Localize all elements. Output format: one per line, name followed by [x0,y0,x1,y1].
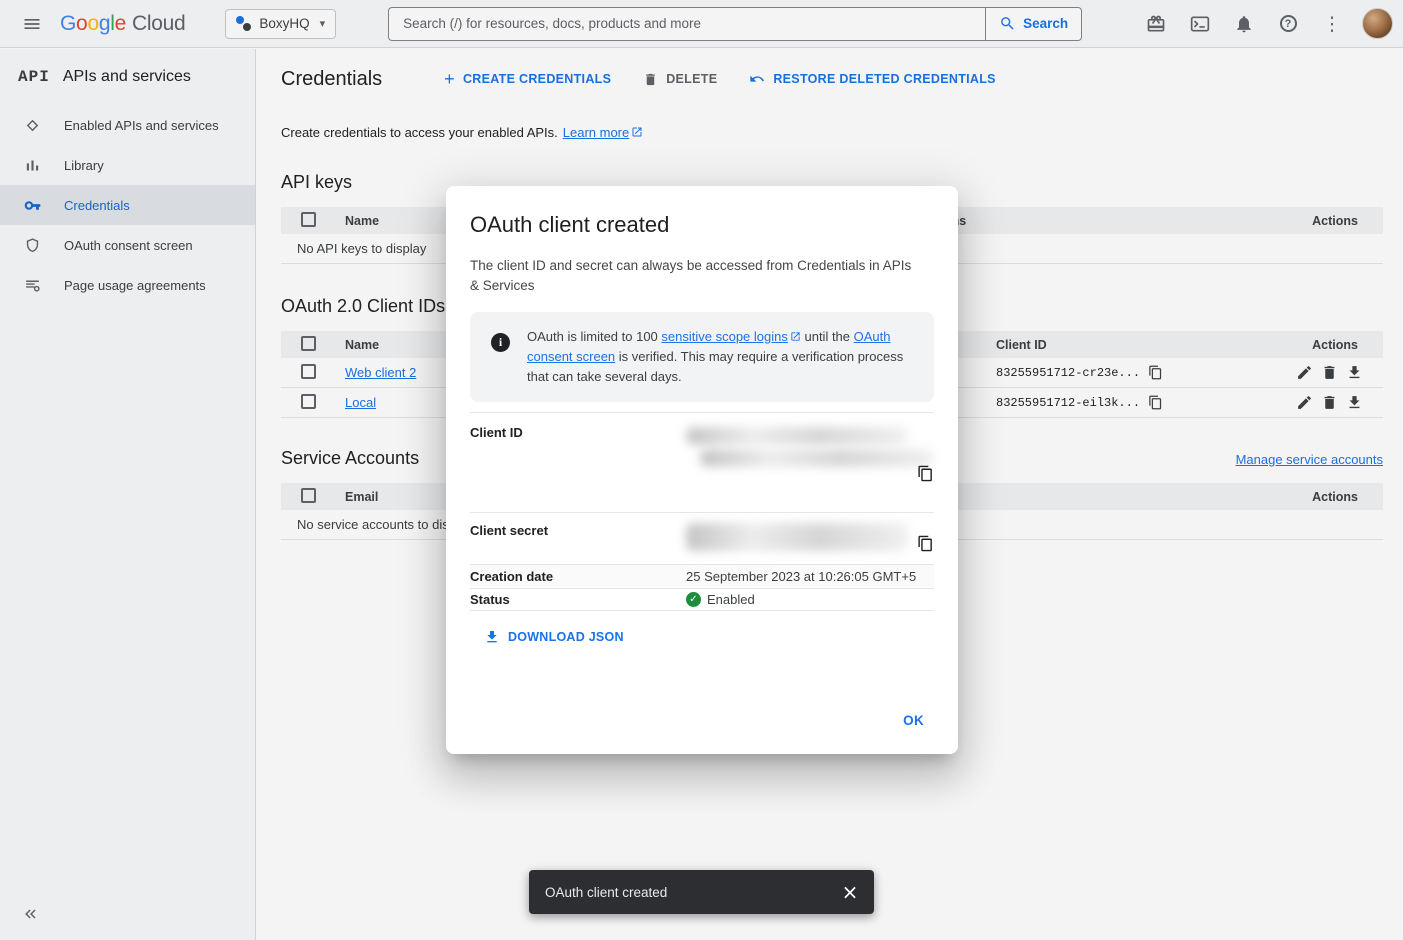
client-secret-label: Client secret [470,513,686,564]
client-id-row: Client ID [470,412,934,512]
redacted-blur [686,523,908,551]
oauth-limit-notice: i OAuth is limited to 100 sensitive scop… [470,312,934,402]
copy-icon [917,465,934,482]
dialog-fields: Client ID Client secret Creation date 25… [470,412,934,611]
notice-text: OAuth is limited to 100 sensitive scope … [527,327,918,387]
dialog-title: OAuth client created [470,212,934,238]
sensitive-scope-logins-link[interactable]: sensitive scope logins [661,329,800,344]
copy-client-secret-button[interactable] [917,535,934,552]
copy-client-id-button[interactable] [917,465,934,482]
status-value: ✓ Enabled [686,592,934,607]
dialog-description: The client ID and secret can always be a… [470,256,915,296]
creation-date-label: Creation date [470,569,686,584]
status-row: Status ✓ Enabled [470,588,934,611]
download-json-button[interactable]: DOWNLOAD JSON [482,625,626,649]
client-id-label: Client ID [470,413,686,512]
download-json-label: DOWNLOAD JSON [508,630,624,644]
oauth-client-created-dialog: OAuth client created The client ID and s… [446,186,958,754]
status-enabled-icon: ✓ [686,592,701,607]
client-id-redacted-value [686,413,934,512]
status-text: Enabled [707,592,755,607]
creation-date-row: Creation date 25 September 2023 at 10:26… [470,564,934,588]
client-secret-redacted-value [686,513,934,564]
info-icon: i [491,333,510,352]
redacted-blur [700,449,934,467]
redacted-blur [686,427,908,445]
client-secret-row: Client secret [470,512,934,564]
external-link-icon [790,331,801,342]
copy-icon [917,535,934,552]
creation-date-value: 25 September 2023 at 10:26:05 GMT+5 [686,569,934,584]
snackbar-close-button[interactable]: × [832,874,868,910]
status-label: Status [470,592,686,607]
download-icon [484,629,500,645]
snackbar-message: OAuth client created [545,885,832,900]
close-icon: × [842,880,859,904]
snackbar: OAuth client created × [529,870,874,914]
ok-button[interactable]: OK [893,705,934,736]
